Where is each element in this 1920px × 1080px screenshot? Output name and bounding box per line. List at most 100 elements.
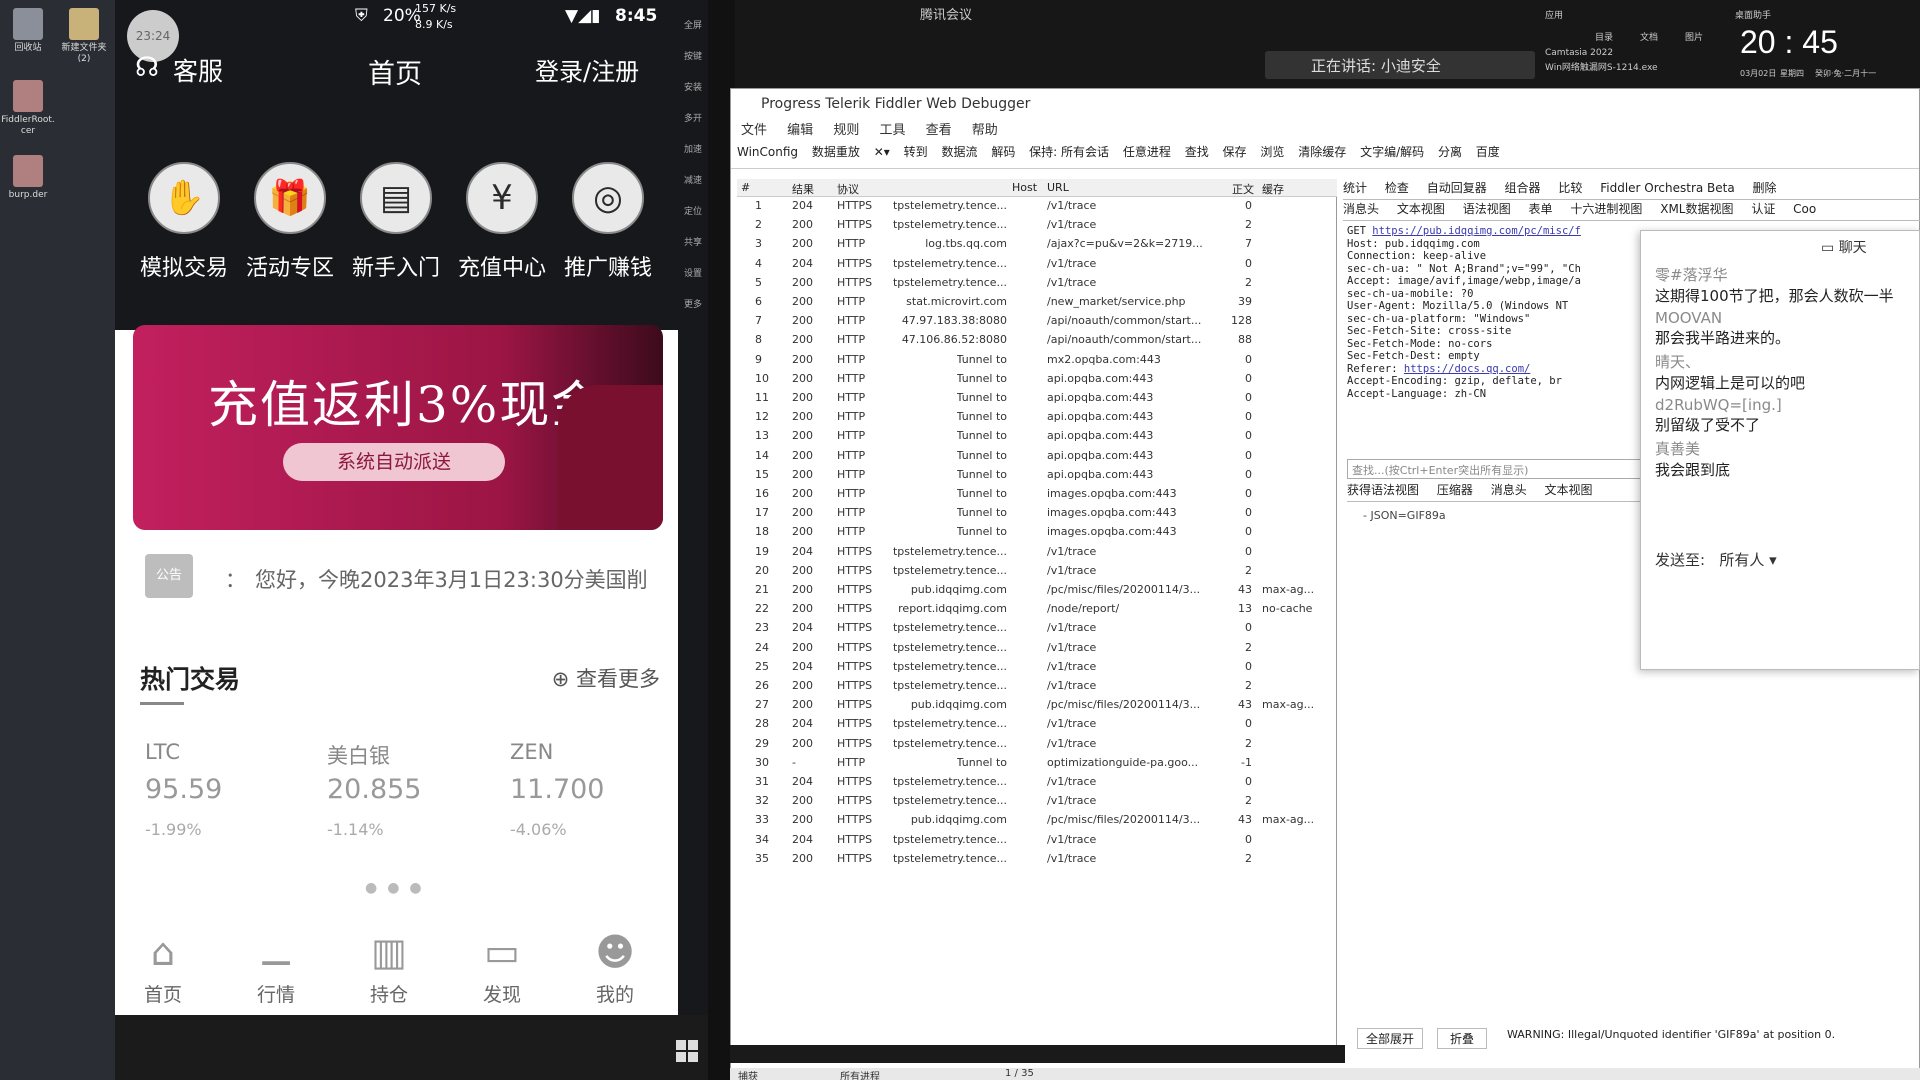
tab-market[interactable]: ⚊ 行情	[231, 930, 321, 1007]
tab-auth[interactable]: 认证	[1751, 202, 1775, 216]
request-url[interactable]: https://pub.idqqimg.com/pc/misc/f	[1372, 225, 1581, 237]
baidu-button[interactable]: 百度	[1476, 145, 1500, 159]
coin-card-silver[interactable]: 美白银 20.855 -1.14%	[327, 740, 477, 839]
apps-label[interactable]: 应用	[1545, 8, 1563, 21]
find-input[interactable]: 查找...(按Ctrl+Enter突出所有显示)	[1347, 459, 1687, 479]
docs-label[interactable]: 文档	[1640, 30, 1658, 43]
tab-resp-text[interactable]: 文本视图	[1545, 483, 1593, 497]
feature-label-recharge[interactable]: 充值中心	[447, 250, 557, 282]
quickexec-bar[interactable]	[730, 1045, 1345, 1063]
session-row[interactable]: 30- HTTP Tunnel to optimizationguide-pa.goo…	[737, 754, 1337, 772]
stream-button[interactable]: 数据流	[941, 145, 977, 159]
tab-compare[interactable]: 比较	[1558, 181, 1582, 195]
windows-start-icon[interactable]	[676, 1040, 698, 1062]
session-row[interactable]: 1 204 HTTPS tpstelemetry.tence.../v1/trace 0	[737, 197, 1337, 215]
session-row[interactable]: 12 200 HTTP Tunnel to api.opqba.com:443 0	[737, 408, 1337, 426]
tab-autoresponder[interactable]: 自动回复器	[1427, 181, 1487, 195]
folder-icon[interactable]: 新建文件夹 (2)	[56, 8, 112, 65]
camtasia-item[interactable]: Camtasia 2022	[1545, 48, 1613, 58]
response-json-tree[interactable]: - JSON=GIF89a	[1363, 509, 1446, 522]
desktop-helper-label[interactable]: 桌面助手	[1735, 8, 1771, 21]
save-button[interactable]: 保存	[1223, 145, 1247, 159]
tab-syntaxview[interactable]: 语法视图	[1463, 202, 1511, 216]
session-row[interactable]: 5 200 HTTPS tpstelemetry.tence.../v1/trace 2	[737, 274, 1337, 292]
collapse-button[interactable]: 折叠	[1437, 1028, 1488, 1049]
burp-cert-icon[interactable]: burp.der	[0, 155, 56, 201]
coins-icon[interactable]: ◎	[572, 162, 644, 234]
money-bag-icon[interactable]: ¥	[466, 162, 538, 234]
cert-file-icon[interactable]: FiddlerRoot. cer	[0, 80, 56, 137]
carousel-dots[interactable]: ●●●	[365, 880, 432, 896]
feature-label-simulate[interactable]: 模拟交易	[129, 250, 239, 282]
capturing-status[interactable]: 捕获	[738, 1068, 758, 1080]
clear-cache-button[interactable]: 清除缓存	[1298, 145, 1346, 159]
any-process-button[interactable]: 任意进程	[1123, 145, 1171, 159]
handshake-icon[interactable]: ✋	[148, 162, 220, 234]
slow-down-button[interactable]: 减速	[678, 173, 708, 186]
browse-button[interactable]: 浏览	[1260, 145, 1284, 159]
tab-webforms[interactable]: 表单	[1529, 202, 1553, 216]
session-row[interactable]: 34 204 HTTPS tpstelemetry.tence.../v1/trace…	[737, 831, 1337, 849]
remove-icon[interactable]: ✕▾	[874, 145, 890, 159]
install-button[interactable]: 安装	[678, 80, 708, 93]
service-link[interactable]: 客服	[173, 52, 223, 88]
headset-icon[interactable]: ☊	[135, 52, 159, 83]
process-filter[interactable]: 所有进程	[840, 1068, 880, 1080]
share-button[interactable]: 共享	[678, 235, 708, 248]
find-button[interactable]: 查找	[1185, 145, 1209, 159]
session-row[interactable]: 7 200 HTTP 47.97.183.38:8080/api/noauth/com…	[737, 312, 1337, 330]
tab-positions[interactable]: ▥ 持仓	[344, 930, 434, 1007]
session-row[interactable]: 4 204 HTTPS tpstelemetry.tence.../v1/trace 0	[737, 255, 1337, 273]
session-row[interactable]: 16 200 HTTP Tunnel to images.opqba.com:443 0	[737, 485, 1337, 503]
feature-label-activity[interactable]: 活动专区	[235, 250, 345, 282]
multi-open-button[interactable]: 多开	[678, 111, 708, 124]
session-row[interactable]: 29 200 HTTPS tpstelemetry.tence.../v1/trace…	[737, 735, 1337, 753]
more-button[interactable]: 更多	[678, 297, 708, 310]
session-row[interactable]: 2 200 HTTPS tpstelemetry.tence.../v1/trace 2	[737, 216, 1337, 234]
decode-button[interactable]: 解码	[991, 145, 1015, 159]
feature-label-beginner[interactable]: 新手入门	[341, 250, 451, 282]
tab-cookies[interactable]: Coo	[1793, 202, 1816, 216]
dir-label[interactable]: 目录	[1595, 30, 1613, 43]
session-row[interactable]: 14 200 HTTP Tunnel to api.opqba.com:443 0	[737, 447, 1337, 465]
session-row[interactable]: 8 200 HTTP 47.106.86.52:8080/api/noauth/com…	[737, 331, 1337, 349]
menu-file[interactable]: 文件	[741, 123, 767, 138]
session-row[interactable]: 18 200 HTTP Tunnel to images.opqba.com:443 0	[737, 523, 1337, 541]
session-row[interactable]: 3 200 HTTP log.tbs.qq.com/ajax?c=pu&v=2&k=2…	[737, 235, 1337, 253]
gift-icon[interactable]: 🎁	[254, 162, 326, 234]
coin-card-zen[interactable]: ZEN 11.700 -4.06%	[510, 740, 660, 839]
session-row[interactable]: 6 200 HTTP stat.microvirt.com/new_market/se…	[737, 293, 1337, 311]
session-row[interactable]: 9 200 HTTP Tunnel to mx2.opqba.com:443 0	[737, 351, 1337, 369]
keep-sessions-dropdown[interactable]: 保持: 所有会话	[1029, 145, 1109, 159]
expand-all-button[interactable]: 全部展开	[1357, 1028, 1424, 1049]
tab-hexview[interactable]: 十六进制视图	[1570, 202, 1642, 216]
winconfig-button[interactable]: WinConfig	[737, 145, 798, 159]
session-row[interactable]: 33 200 HTTPS pub.idqqimg.com/pc/misc/files/…	[737, 811, 1337, 829]
location-button[interactable]: 定位	[678, 204, 708, 217]
exe-item[interactable]: Win网络触漏网S-1214.exe	[1545, 60, 1658, 73]
go-button[interactable]: 转到	[904, 145, 928, 159]
session-row[interactable]: 31 204 HTTPS tpstelemetry.tence.../v1/trace…	[737, 773, 1337, 791]
notice-bar[interactable]: 公告 ： 您好，今晚2023年3月1日23:30分美国削	[145, 550, 665, 606]
menu-edit[interactable]: 编辑	[787, 123, 813, 138]
tab-xml[interactable]: XML数据视图	[1660, 202, 1733, 216]
session-row[interactable]: 15 200 HTTP Tunnel to api.opqba.com:443 0	[737, 466, 1337, 484]
tab-textview[interactable]: 文本视图	[1397, 202, 1445, 216]
tab-headers[interactable]: 消息头	[1343, 202, 1379, 216]
session-row[interactable]: 26 200 HTTPS tpstelemetry.tence.../v1/trace…	[737, 677, 1337, 695]
session-row[interactable]: 11 200 HTTP Tunnel to api.opqba.com:443 0	[737, 389, 1337, 407]
tab-resp-syntax[interactable]: 获得语法视图	[1347, 483, 1419, 497]
session-row[interactable]: 28 204 HTTPS tpstelemetry.tence.../v1/trace…	[737, 715, 1337, 733]
menu-view[interactable]: 查看	[926, 123, 952, 138]
recycle-bin-icon[interactable]: 回收站	[0, 8, 56, 54]
menu-tools[interactable]: 工具	[879, 123, 905, 138]
session-row[interactable]: 13 200 HTTP Tunnel to api.opqba.com:443 0	[737, 427, 1337, 445]
session-row[interactable]: 19 204 HTTPS tpstelemetry.tence.../v1/trace…	[737, 543, 1337, 561]
book-icon[interactable]: ▤	[360, 162, 432, 234]
session-row[interactable]: 35 200 HTTPS tpstelemetry.tence.../v1/trace…	[737, 850, 1337, 868]
tab-resp-transformer[interactable]: 压缩器	[1437, 483, 1473, 497]
speed-up-button[interactable]: 加速	[678, 142, 708, 155]
tab-composer[interactable]: 组合器	[1505, 181, 1541, 195]
fullscreen-button[interactable]: 全屏	[678, 18, 708, 31]
referer-link[interactable]: https://docs.qq.com/	[1404, 363, 1530, 375]
